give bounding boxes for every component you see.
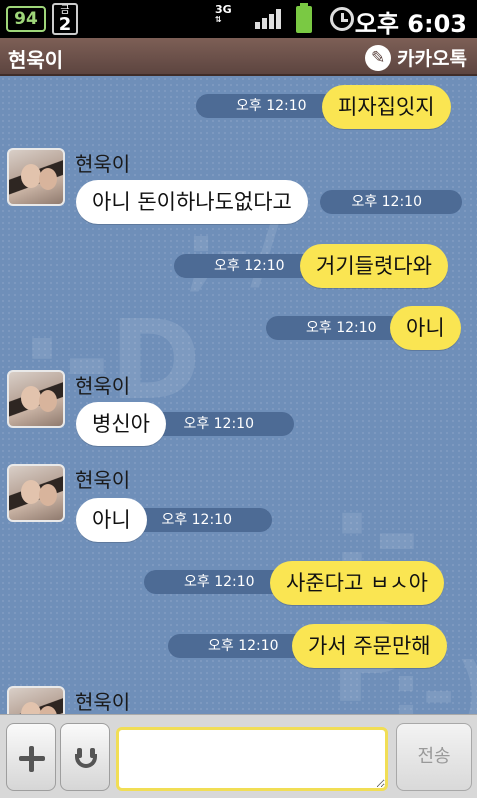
battery-percent-badge: 94 — [6, 6, 46, 32]
app-brand: ✎ 카카오톡 — [365, 44, 467, 71]
outgoing-message[interactable]: 사준다고 ㅂㅅ아 — [270, 561, 444, 605]
avatar[interactable] — [7, 464, 65, 522]
sim-bottom-label: 2 — [58, 14, 72, 35]
message-time: 오후 12:10 — [320, 190, 462, 214]
message-time: 오후 12:10 — [266, 316, 402, 340]
avatar[interactable] — [7, 370, 65, 428]
status-bar: 94 금 2 3G ⇅ 오후 6:03 — [0, 0, 477, 38]
chat-header: 현욱이 ✎ 카카오톡 — [0, 38, 477, 76]
sender-name: 현욱이 — [75, 374, 131, 398]
network-arrows: ⇅ — [215, 15, 222, 24]
incoming-message[interactable]: 병신아 — [76, 402, 166, 446]
outgoing-message[interactable]: 가서 주문만해 — [292, 624, 447, 668]
message-input[interactable] — [116, 727, 388, 791]
status-time: 오후 6:03 — [354, 10, 467, 38]
incoming-message[interactable]: 아니 — [76, 498, 147, 542]
message-time: 오후 12:10 — [126, 508, 272, 532]
sender-name: 현욱이 — [75, 468, 131, 492]
sender-name: 현욱이 — [75, 152, 131, 176]
talk-icon: ✎ — [365, 44, 392, 71]
emoticon-button[interactable] — [60, 723, 110, 791]
send-button[interactable]: 전송 — [396, 723, 472, 791]
attach-button[interactable] — [6, 723, 56, 791]
sender-name: 현욱이 — [75, 690, 131, 714]
battery-icon — [296, 3, 312, 33]
outgoing-message[interactable]: 아니 — [390, 306, 461, 350]
message-time: 오후 12:10 — [196, 94, 336, 118]
outgoing-message[interactable]: 거기들렷다와 — [300, 244, 448, 288]
incoming-message[interactable]: 아니 돈이하나도없다고 — [76, 180, 308, 224]
chat-title: 현욱이 — [8, 48, 64, 72]
alarm-clock-icon — [330, 7, 354, 31]
message-input-bar: 전송 — [0, 714, 477, 798]
avatar[interactable] — [7, 686, 65, 714]
outgoing-message[interactable]: 피자집잇지 — [322, 85, 451, 129]
sim-indicator: 금 2 — [52, 3, 78, 35]
app-brand-label: 카카오톡 — [397, 48, 467, 70]
signal-icon — [255, 9, 281, 29]
avatar[interactable] — [7, 148, 65, 206]
chat-area[interactable]: ;-/ :-D ;-P :-) 오후 12:10 피자집잇지 현욱이 오후 12… — [0, 76, 477, 714]
network-type-icon: 3G ⇅ — [215, 4, 232, 25]
message-time: 오후 12:10 — [150, 412, 294, 436]
